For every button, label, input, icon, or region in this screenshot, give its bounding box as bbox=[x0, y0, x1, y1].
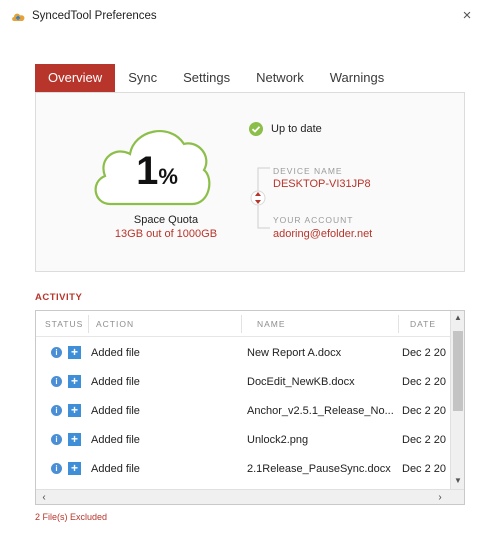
excluded-files-link[interactable]: 2 File(s) Excluded bbox=[35, 512, 107, 522]
vertical-scroll-thumb[interactable] bbox=[453, 331, 463, 411]
info-circle-icon[interactable]: i bbox=[51, 347, 62, 358]
title-bar: SyncedTool Preferences × bbox=[0, 0, 485, 34]
column-action[interactable]: ACTION bbox=[96, 319, 134, 329]
add-file-plus-icon: + bbox=[68, 375, 81, 388]
row-name: Anchor_v2.5.1_Release_No... bbox=[247, 405, 394, 417]
activity-table: STATUS ACTION NAME DATE i + Added file N… bbox=[35, 310, 465, 505]
tab-overview[interactable]: Overview bbox=[35, 64, 116, 92]
row-name: New Report A.docx bbox=[247, 347, 342, 359]
column-name[interactable]: NAME bbox=[257, 319, 286, 329]
tab-settings[interactable]: Settings bbox=[170, 64, 243, 92]
column-divider bbox=[241, 315, 242, 333]
column-divider bbox=[398, 315, 399, 333]
vertical-scrollbar[interactable]: ▲ ▼ bbox=[450, 311, 464, 489]
quota-percent: 1% bbox=[136, 149, 178, 193]
activity-heading: ACTIVITY bbox=[35, 292, 83, 303]
check-circle-icon bbox=[249, 122, 263, 136]
info-circle-icon[interactable]: i bbox=[51, 376, 62, 387]
column-divider bbox=[88, 315, 89, 333]
table-header: STATUS ACTION NAME DATE bbox=[36, 311, 450, 337]
synced-tool-logo-icon bbox=[12, 13, 25, 21]
tab-bar: Overview Sync Settings Network Warnings bbox=[35, 64, 397, 92]
quota-value: 13GB out of 1000GB bbox=[114, 228, 218, 240]
info-circle-icon[interactable]: i bbox=[51, 463, 62, 474]
tab-sync[interactable]: Sync bbox=[115, 64, 170, 92]
table-row[interactable]: i + Added file Anchor_v2.5.1_Release_No.… bbox=[36, 396, 450, 425]
scroll-left-arrow-icon[interactable]: ‹ bbox=[38, 490, 50, 504]
row-action: Added file bbox=[91, 405, 140, 417]
add-file-plus-icon: + bbox=[68, 346, 81, 359]
row-date: Dec 2 20 bbox=[402, 463, 446, 475]
info-circle-icon[interactable]: i bbox=[51, 405, 62, 416]
tab-network[interactable]: Network bbox=[243, 64, 317, 92]
info-circle-icon[interactable]: i bbox=[51, 434, 62, 445]
scroll-down-arrow-icon[interactable]: ▼ bbox=[451, 474, 464, 488]
table-row[interactable]: i + Added file Unlock2.png Dec 2 20 bbox=[36, 425, 450, 454]
row-date: Dec 2 20 bbox=[402, 376, 446, 388]
row-name: 2.1Release_PauseSync.docx bbox=[247, 463, 391, 475]
row-action: Added file bbox=[91, 463, 140, 475]
row-name: Unlock2.png bbox=[247, 434, 309, 446]
add-file-plus-icon: + bbox=[68, 433, 81, 446]
device-name-label: DEVICE NAME bbox=[273, 166, 343, 176]
tab-warnings[interactable]: Warnings bbox=[317, 64, 397, 92]
device-name-value: DESKTOP-VI31JP8 bbox=[273, 178, 371, 190]
row-action: Added file bbox=[91, 434, 140, 446]
sync-status-text: Up to date bbox=[271, 123, 322, 135]
close-button[interactable]: × bbox=[456, 6, 478, 26]
row-date: Dec 2 20 bbox=[402, 434, 446, 446]
table-row[interactable]: i + Added file 2.1Release_PauseSync.docx… bbox=[36, 454, 450, 483]
sync-arrows-icon bbox=[250, 167, 270, 229]
row-name: DocEdit_NewKB.docx bbox=[247, 376, 355, 388]
scroll-right-arrow-icon[interactable]: › bbox=[434, 490, 446, 504]
add-file-plus-icon: + bbox=[68, 404, 81, 417]
row-action: Added file bbox=[91, 347, 140, 359]
quota-label: Space Quota bbox=[133, 214, 199, 226]
column-date[interactable]: DATE bbox=[410, 319, 436, 329]
horizontal-scrollbar[interactable]: ‹ › bbox=[36, 489, 464, 504]
row-date: Dec 2 20 bbox=[402, 347, 446, 359]
account-label: YOUR ACCOUNT bbox=[273, 215, 354, 225]
window-title: SyncedTool Preferences bbox=[32, 10, 157, 22]
row-date: Dec 2 20 bbox=[402, 405, 446, 417]
overview-panel: 1% Space Quota 13GB out of 1000GB Up to … bbox=[35, 92, 465, 272]
row-action: Added file bbox=[91, 376, 140, 388]
account-value[interactable]: adoring@efolder.net bbox=[273, 228, 372, 240]
scroll-up-arrow-icon[interactable]: ▲ bbox=[451, 311, 464, 325]
table-row[interactable]: i + Added file New Report A.docx Dec 2 2… bbox=[36, 338, 450, 367]
add-file-plus-icon: + bbox=[68, 462, 81, 475]
column-status[interactable]: STATUS bbox=[45, 319, 83, 329]
table-row[interactable]: i + Added file DocEdit_NewKB.docx Dec 2 … bbox=[36, 367, 450, 396]
